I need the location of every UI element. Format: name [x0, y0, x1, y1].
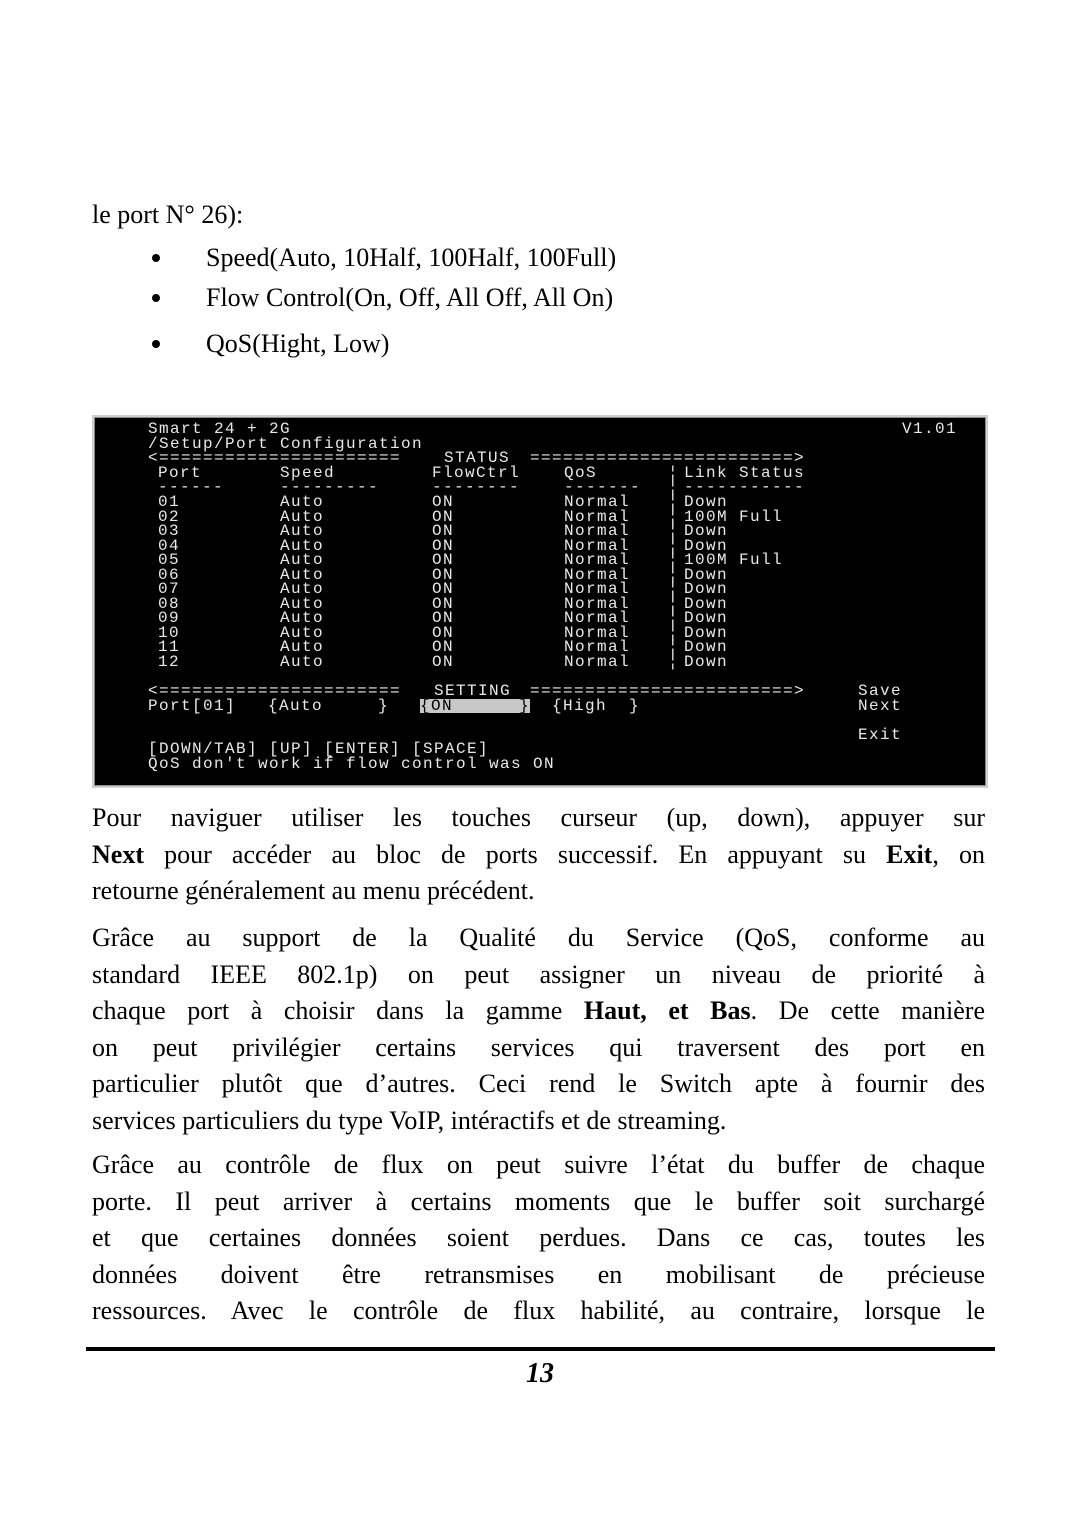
cell-link-status: Down — [684, 652, 729, 671]
intro-text: le port N° 26): — [92, 200, 244, 229]
cell-qos: Normal — [564, 609, 631, 627]
next-option[interactable]: Next — [858, 698, 902, 714]
page-number: 13 — [526, 1358, 554, 1389]
paragraph-line: Next pour accéder au bloc de ports succe… — [92, 839, 985, 869]
cell-port: 09 — [158, 609, 181, 627]
cell-speed: Auto — [280, 652, 325, 671]
cell-port: 03 — [158, 522, 181, 540]
terminal-screenshot: Smart 24 + 2G V1.01 /Setup/Port Configur… — [92, 415, 988, 788]
cell-port: 01 — [158, 493, 181, 511]
cell-flowctrl: ON — [432, 522, 455, 540]
bullet-speed: Speed(Auto, 10Half, 100Half, 100Full) — [148, 240, 616, 280]
cell-port: 11 — [158, 638, 181, 656]
column-separator: ¦ — [668, 522, 680, 540]
bullet-qos: QoS(Hight, Low) — [148, 326, 616, 366]
cell-qos: Normal — [564, 551, 631, 569]
key-help: [DOWN/TAB] [UP] [ENTER] [SPACE] — [148, 740, 490, 758]
cell-speed: Auto — [280, 609, 325, 627]
column-separator: ¦ — [668, 493, 680, 511]
cell-speed: Auto — [280, 493, 325, 511]
paragraph-line: services particuliers du type VoIP, inté… — [92, 1105, 727, 1135]
setting-label: SETTING — [434, 682, 512, 700]
cell-port: 05 — [158, 551, 181, 569]
header-dashes: ------- — [564, 478, 642, 496]
qos-note: QoS don't work if flow control was ON — [148, 755, 556, 773]
body-paragraph: Grâce au support de la Qualité du Servic… — [92, 920, 985, 1139]
bullet-text: QoS(Hight, Low) — [206, 329, 390, 358]
cell-speed: Auto — [280, 522, 325, 540]
paragraph-line: Grâce au contrôle de flux on peut suivre… — [92, 1150, 985, 1179]
status-label: STATUS — [444, 449, 511, 467]
cell-flowctrl: ON — [432, 652, 455, 671]
paragraph-line: on peut privilégier certains services qu… — [92, 1032, 985, 1062]
setting-port: Port[01] — [148, 697, 237, 715]
cell-qos: Normal — [564, 522, 631, 540]
status-divider-right: ========================> — [530, 449, 806, 467]
paragraph-line: Grâce au support de la Qualité du Servic… — [92, 923, 985, 952]
bullet-text: Flow Control(On, Off, All Off, All On) — [206, 283, 614, 312]
bullet-icon — [152, 254, 160, 262]
header-dashes: -------- — [432, 478, 521, 496]
cell-port: 12 — [158, 652, 181, 671]
cell-qos: Normal — [564, 638, 631, 656]
setting-speed-field[interactable]: {Auto } — [268, 698, 389, 714]
paragraph-line: chaque port à choisir dans la gamme Haut… — [92, 996, 985, 1025]
terminal-title: Smart 24 + 2G — [148, 420, 292, 438]
exit-option[interactable]: Exit — [858, 727, 902, 743]
cell-port: 07 — [158, 580, 181, 598]
header-dashes: ----------- — [684, 478, 806, 496]
cell-flowctrl: ON — [432, 580, 455, 598]
terminal-version: V1.01 — [902, 420, 958, 438]
column-separator: ¦ — [668, 652, 680, 671]
column-separator: ¦ — [668, 551, 680, 569]
setting-qos-field[interactable]: {High } — [552, 698, 640, 714]
paragraph-line: Pour naviguer utiliser les touches curse… — [92, 803, 985, 832]
bullet-flow-control: Flow Control(On, Off, All Off, All On) — [148, 280, 616, 320]
cell-flowctrl: ON — [432, 609, 455, 627]
footer-rule — [86, 1347, 995, 1351]
paragraph-line: particulier plutôt que d’autres. Ceci re… — [92, 1069, 985, 1098]
cell-link-status: Down — [684, 493, 729, 511]
cell-flowctrl: ON — [432, 638, 455, 656]
body-paragraph: Grâce au contrôle de flux on peut suivre… — [92, 1147, 985, 1330]
cell-link-status: Down — [684, 609, 729, 627]
cell-qos: Normal — [564, 580, 631, 598]
cell-speed: Auto — [280, 551, 325, 569]
paragraph-line: données doivent être retransmises en mob… — [92, 1259, 985, 1289]
column-separator: ¦ — [668, 638, 680, 656]
paragraph-line: standard IEEE 802.1p) on peut assigner u… — [92, 959, 985, 989]
bullet-icon — [152, 340, 160, 348]
column-separator: ¦ — [668, 609, 680, 627]
setting-flowctrl-field[interactable]: {ON } — [420, 698, 531, 714]
bullet-text: Speed(Auto, 10Half, 100Half, 100Full) — [206, 243, 617, 272]
cell-qos: Normal — [564, 493, 631, 511]
setting-divider-left: <====================== — [148, 682, 402, 700]
body-paragraph: Pour naviguer utiliser les touches curse… — [92, 800, 985, 910]
cell-speed: Auto — [280, 580, 325, 598]
bullet-list: Speed(Auto, 10Half, 100Half, 100Full) Fl… — [148, 240, 616, 366]
paragraph-line: porte. Il peut arriver à certains moment… — [92, 1186, 985, 1216]
cell-link-status: Down — [684, 638, 729, 656]
header-dashes: --------- — [280, 478, 380, 496]
column-separator: ¦ — [668, 464, 680, 482]
cell-flowctrl: ON — [432, 551, 455, 569]
cell-qos: Normal — [564, 652, 631, 671]
bullet-icon — [152, 294, 160, 302]
paragraph-line: ressources. Avec le contrôle de flux hab… — [92, 1296, 985, 1325]
paragraph-line: retourne généralement au menu précédent. — [92, 876, 535, 905]
cell-flowctrl: ON — [432, 493, 455, 511]
cell-link-status: Down — [684, 522, 729, 540]
cell-speed: Auto — [280, 638, 325, 656]
column-separator: ¦ — [668, 580, 680, 598]
header-dashes: ------ — [158, 478, 225, 496]
paragraph-line: et que certaines données soient perdues.… — [92, 1223, 985, 1252]
setting-divider-right: ========================> — [530, 682, 806, 700]
status-divider-left: <====================== — [148, 449, 402, 467]
cell-link-status: Down — [684, 580, 729, 598]
save-option[interactable]: Save — [858, 683, 902, 699]
cell-link-status: 100M Full — [684, 551, 784, 569]
